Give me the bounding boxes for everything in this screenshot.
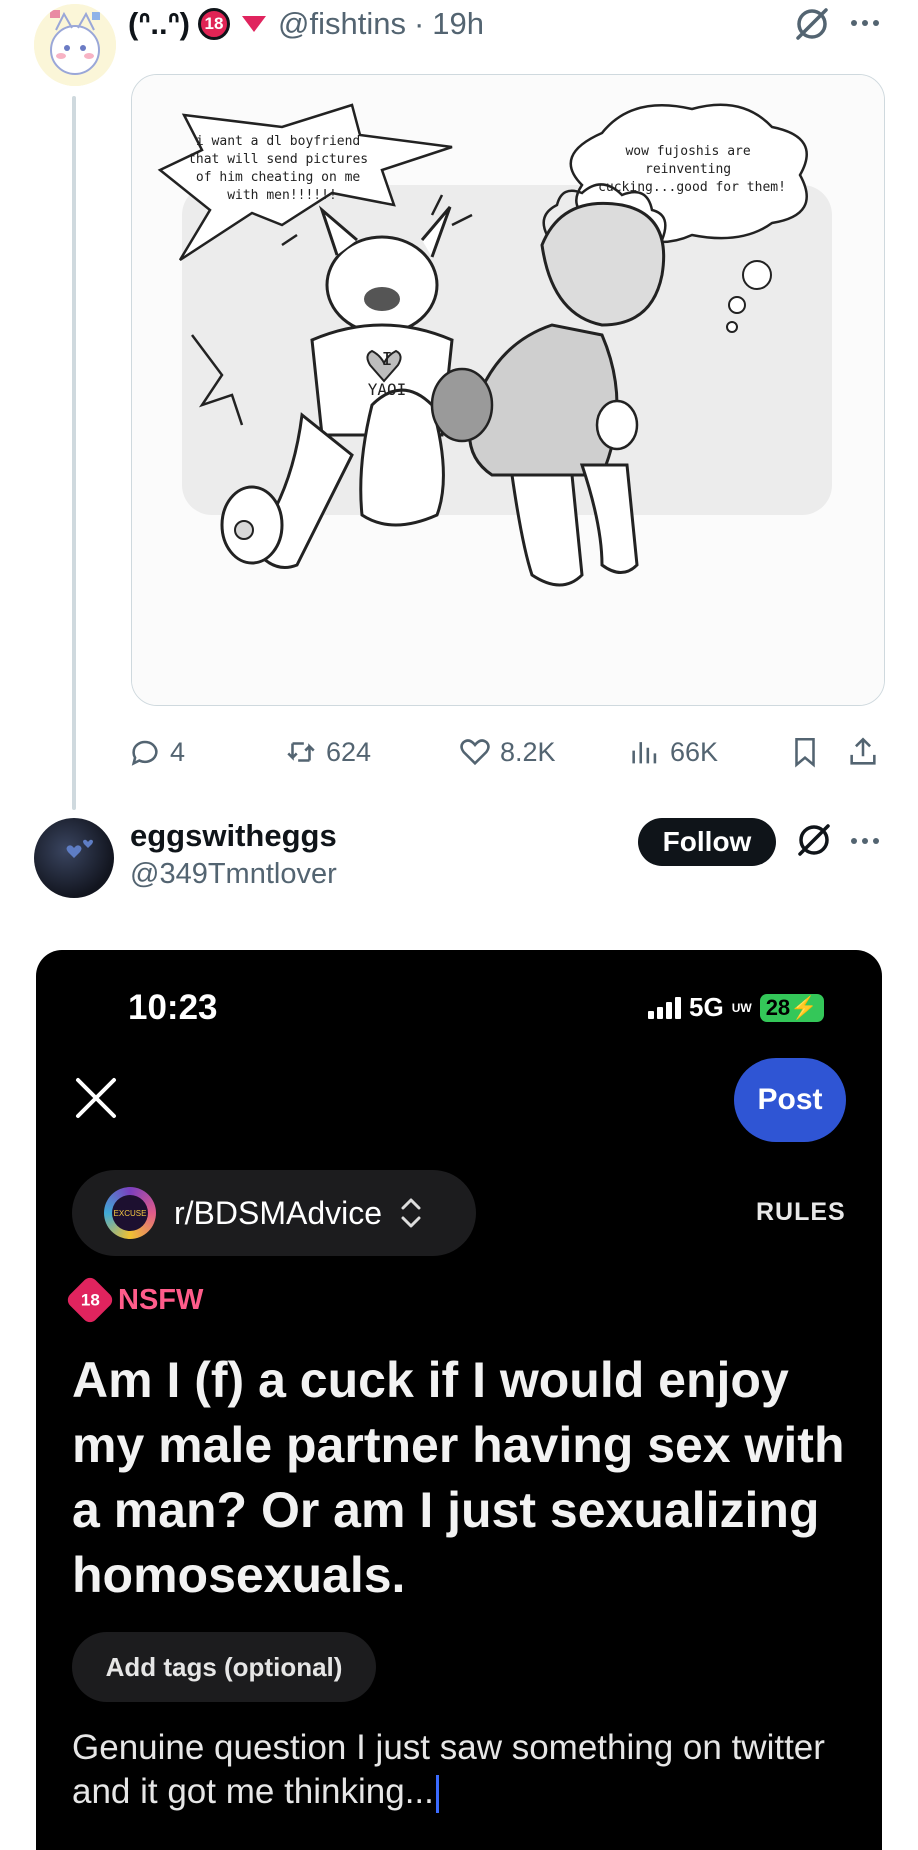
- tweet-image[interactable]: i want a dl boyfriend that will send pic…: [131, 74, 885, 706]
- subreddit-selector[interactable]: EXCUSE r/BDSMAdvice: [72, 1170, 476, 1256]
- repost-button[interactable]: 624: [284, 728, 371, 776]
- text-cursor: [435, 1774, 439, 1813]
- age-badge-icon: 18: [198, 8, 230, 40]
- flag-triangle-icon: [242, 16, 266, 32]
- more-options-icon[interactable]: [848, 6, 882, 48]
- network-label: 5G: [689, 992, 724, 1022]
- nsfw-badge-text: 18: [80, 1289, 100, 1309]
- grok-icon[interactable]: [794, 820, 834, 865]
- follow-button[interactable]: Follow: [638, 818, 776, 866]
- avatar[interactable]: [34, 818, 114, 898]
- user-handle[interactable]: @349Tmntlover: [130, 858, 337, 891]
- post-time[interactable]: 19h: [432, 6, 484, 42]
- bookmark-button[interactable]: [788, 728, 822, 776]
- dot-separator: ·: [413, 6, 425, 41]
- nsfw-tag: 18 NSFW: [64, 1274, 204, 1326]
- avatar-hearts-illustration: [66, 839, 93, 858]
- repost-icon: [287, 742, 315, 762]
- more-options-icon[interactable]: [848, 824, 882, 863]
- share-button[interactable]: [846, 728, 880, 776]
- grok-icon[interactable]: [792, 4, 832, 53]
- user-handle[interactable]: @fishtins: [278, 6, 406, 42]
- views-count: 66K: [670, 736, 719, 767]
- bookmark-icon: [795, 737, 815, 768]
- display-name[interactable]: eggswitheggs: [130, 818, 337, 854]
- shirt-text-yaoi: YAOI: [368, 380, 407, 399]
- reply-count: 4: [170, 736, 186, 767]
- display-name[interactable]: (ᐢ..ᐢ): [128, 6, 190, 42]
- heart-icon: [460, 739, 490, 766]
- battery-icon: 28⚡: [759, 993, 824, 1022]
- close-icon[interactable]: [72, 1074, 120, 1122]
- nsfw-badge-icon: 18: [64, 1274, 116, 1326]
- add-tags-button[interactable]: Add tags (optional): [72, 1632, 376, 1702]
- comic-illustration: i want a dl boyfriend that will send pic…: [132, 75, 884, 705]
- nsfw-label: NSFW: [118, 1283, 204, 1316]
- views-button[interactable]: 66K: [628, 728, 718, 776]
- shirt-text-i: I: [382, 349, 393, 370]
- rules-link[interactable]: RULES: [756, 1198, 846, 1227]
- tweet-header: (ᐢ..ᐢ) 18 @fishtins · 19h: [128, 6, 484, 42]
- post-body-input[interactable]: Genuine question I just saw something on…: [72, 1726, 852, 1814]
- subreddit-icon: EXCUSE: [104, 1187, 156, 1239]
- signal-icon: [648, 996, 681, 1019]
- reply-button[interactable]: 4: [128, 728, 185, 776]
- repost-count: 624: [326, 736, 372, 767]
- like-button[interactable]: 8.2K: [458, 728, 556, 776]
- status-bar-right: 5G UW 28⚡: [648, 992, 824, 1023]
- post-button[interactable]: Post: [734, 1058, 846, 1142]
- post-body-text: Genuine question I just saw something on…: [72, 1728, 825, 1811]
- like-count: 8.2K: [500, 736, 556, 767]
- share-icon: [850, 737, 876, 765]
- network-sup: UW: [731, 1000, 752, 1015]
- avatar-illustration: [34, 4, 116, 86]
- battery-level: 28: [765, 994, 791, 1020]
- views-icon: [632, 742, 657, 764]
- reply-icon: [131, 740, 158, 766]
- avatar[interactable]: [34, 4, 116, 86]
- tweet-actions-bar: 4 624 8.2K 66K: [128, 728, 888, 776]
- thread-connector-line: [72, 96, 76, 810]
- status-time: 10:23: [128, 988, 218, 1027]
- subreddit-name: r/BDSMAdvice: [174, 1194, 383, 1231]
- post-title[interactable]: Am I (f) a cuck if I would enjoy my male…: [72, 1348, 852, 1608]
- attached-screenshot[interactable]: 10:23 5G UW 28⚡ Post EXCUSE r/BDSMAdvice…: [36, 950, 882, 1850]
- chevron-up-down-icon: [398, 1196, 424, 1230]
- subreddit-icon-text: EXCUSE: [112, 1195, 148, 1231]
